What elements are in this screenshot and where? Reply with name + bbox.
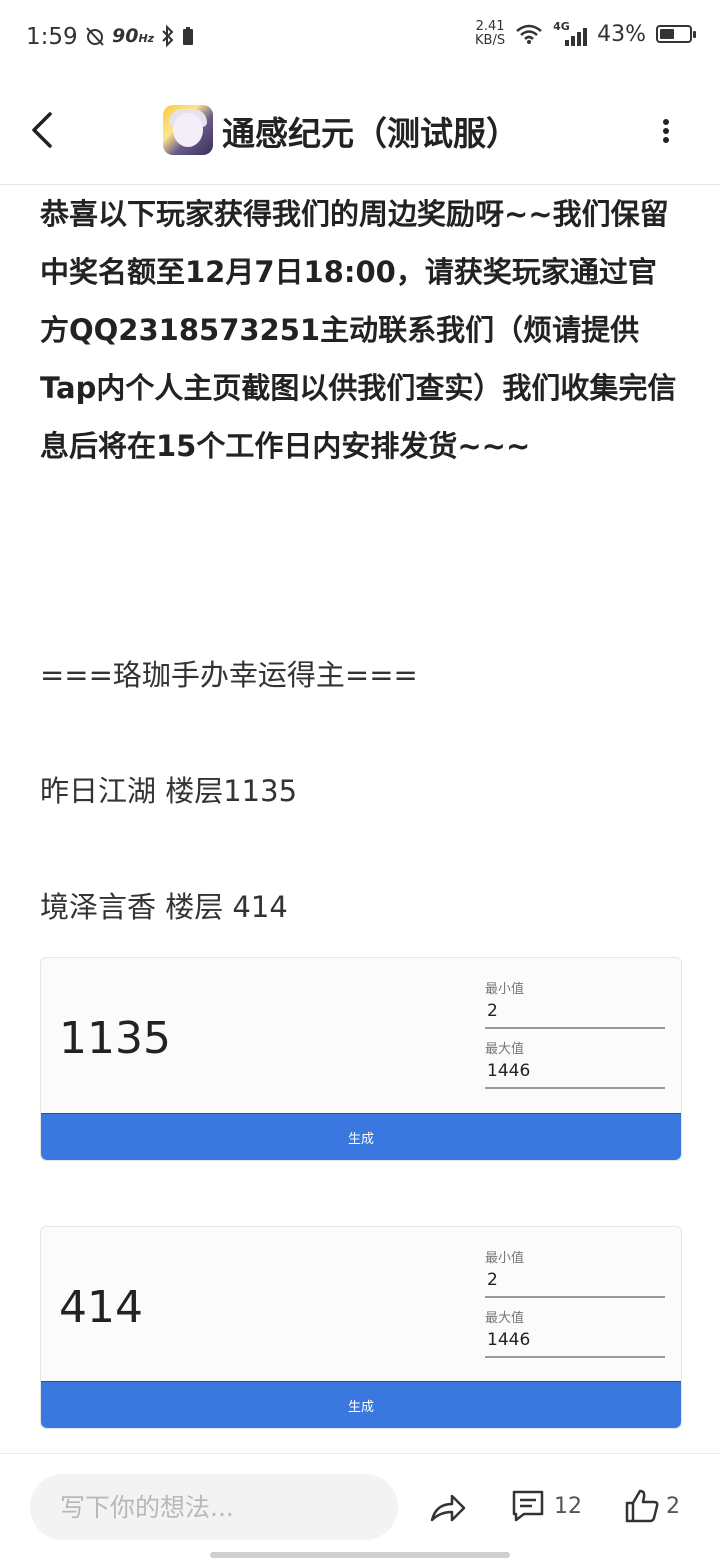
- game-avatar[interactable]: [163, 105, 213, 155]
- status-left-icons: 90Hz: [84, 25, 194, 47]
- post-content: 恭喜以下玩家获得我们的周边奖励呀~~我们保留中奖名额至12月7日18:00，请获…: [40, 185, 680, 475]
- status-right-icons: 2.41 KB/S 4G 43%: [475, 19, 696, 48]
- winner-line-2: 境泽言香 楼层 414: [40, 890, 288, 924]
- min-value-field[interactable]: 最小值 2: [485, 978, 665, 1029]
- signal-icon: [565, 28, 588, 46]
- thumbs-up-icon: [625, 1489, 659, 1523]
- random-generator-card: 1135 最小值 2 最大值 1446 生成: [40, 957, 682, 1161]
- battery-level-fill: [660, 29, 674, 39]
- chevron-left-icon: [32, 112, 52, 148]
- share-icon: [430, 1494, 466, 1522]
- network-speed: 2.41 KB/S: [475, 19, 506, 48]
- like-button[interactable]: 2: [624, 1488, 680, 1524]
- status-bar: 1:59 90Hz 2.41 KB/S 4G 43%: [0, 0, 720, 76]
- max-value-label: 最大值: [485, 1042, 525, 1057]
- home-indicator[interactable]: [210, 1552, 510, 1558]
- generate-button[interactable]: 生成: [41, 1381, 681, 1428]
- battery-saver-icon: [183, 27, 194, 45]
- min-value-field[interactable]: 最小值 2: [485, 1247, 665, 1298]
- share-button[interactable]: [428, 1488, 468, 1528]
- comment-count: 12: [554, 1493, 582, 1519]
- max-value-field[interactable]: 最大值 1446: [485, 1038, 665, 1089]
- bluetooth-icon: [162, 25, 174, 47]
- generated-number: 1135: [59, 1013, 171, 1064]
- comment-icon: [512, 1490, 544, 1522]
- min-value-label: 最小值: [485, 982, 525, 997]
- min-value-label: 最小值: [485, 1251, 525, 1266]
- comment-button[interactable]: 12: [510, 1488, 582, 1524]
- more-vertical-icon: [663, 119, 669, 143]
- section-heading: ===珞珈手办幸运得主===: [40, 658, 418, 692]
- battery-percent: 43%: [597, 21, 646, 47]
- max-value-input[interactable]: 1446: [485, 1326, 665, 1358]
- max-value-input[interactable]: 1446: [485, 1057, 665, 1089]
- min-value-input[interactable]: 2: [485, 997, 665, 1029]
- generated-number: 414: [59, 1282, 143, 1333]
- refresh-rate: 90Hz: [112, 25, 155, 47]
- bottom-action-bar: 12 2: [0, 1453, 720, 1561]
- page-title: 通感纪元（测试服）: [222, 114, 519, 153]
- back-button[interactable]: [24, 108, 64, 152]
- winner-line-1: 昨日江湖 楼层1135: [40, 774, 298, 808]
- max-value-label: 最大值: [485, 1311, 525, 1326]
- generate-button[interactable]: 生成: [41, 1113, 681, 1160]
- battery-icon: [656, 25, 696, 43]
- status-time: 1:59: [26, 24, 78, 50]
- comment-input[interactable]: [30, 1474, 398, 1540]
- max-value-field[interactable]: 最大值 1446: [485, 1307, 665, 1358]
- wifi-icon: [516, 24, 542, 44]
- cellular-signal: 4G: [553, 20, 588, 46]
- more-options-button[interactable]: [656, 116, 676, 146]
- alarm-off-icon: [86, 27, 104, 46]
- app-header: 通感纪元（测试服）: [0, 76, 720, 185]
- min-value-input[interactable]: 2: [485, 1266, 665, 1298]
- post-intro-text: 恭喜以下玩家获得我们的周边奖励呀~~我们保留中奖名额至12月7日18:00，请获…: [40, 197, 677, 463]
- like-count: 2: [666, 1493, 680, 1519]
- random-generator-card: 414 最小值 2 最大值 1446 生成: [40, 1226, 682, 1429]
